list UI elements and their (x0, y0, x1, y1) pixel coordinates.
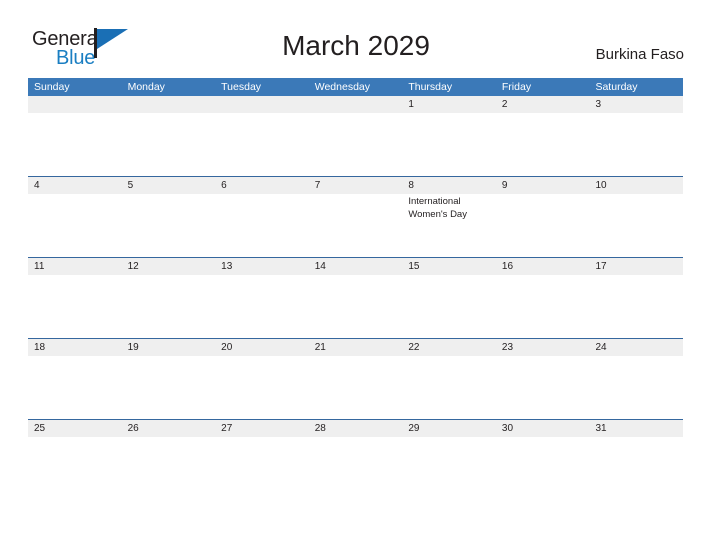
day-number: 1 (408, 99, 414, 110)
day-number: 29 (408, 423, 420, 434)
day-number: 22 (408, 342, 420, 353)
day-band (308, 96, 403, 113)
day-cell[interactable] (215, 96, 309, 176)
day-cell[interactable]: 11 (28, 258, 122, 338)
day-number: 24 (595, 342, 607, 353)
day-cell[interactable]: 27 (215, 420, 309, 500)
day-number: 27 (221, 423, 233, 434)
day-cell[interactable]: 8 International Women's Day (402, 177, 496, 257)
day-number: 20 (221, 342, 233, 353)
day-number: 25 (34, 423, 46, 434)
day-header-thursday: Thursday (408, 81, 453, 93)
day-cell[interactable] (308, 96, 403, 176)
day-number: 4 (34, 180, 40, 191)
day-band (28, 177, 122, 194)
day-band (215, 96, 309, 113)
day-band (215, 177, 309, 194)
day-cell[interactable]: 22 (402, 339, 496, 419)
day-number: 23 (501, 342, 514, 353)
day-cell[interactable]: 26 (121, 420, 216, 500)
day-cell[interactable]: 2 (495, 96, 590, 176)
day-cell[interactable]: 19 (121, 339, 216, 419)
day-cell[interactable] (121, 96, 216, 176)
day-number: 8 (408, 180, 414, 191)
day-cell[interactable]: 4 (28, 177, 122, 257)
day-number: 11 (34, 261, 45, 272)
day-cell[interactable]: 24 (589, 339, 684, 419)
day-header-monday: Monday (127, 81, 165, 93)
day-cell[interactable]: 31 (589, 420, 684, 500)
day-cell[interactable]: 25 (28, 420, 122, 500)
day-cell[interactable]: 23 (495, 339, 590, 419)
day-cell[interactable]: 3 (589, 96, 684, 176)
day-band (121, 96, 216, 113)
day-number: 10 (595, 180, 607, 191)
day-number: 16 (501, 261, 514, 272)
day-number: 14 (314, 261, 326, 272)
day-number: 31 (595, 423, 607, 434)
day-cell[interactable]: 5 (121, 177, 216, 257)
day-number: 19 (127, 342, 139, 353)
day-cell[interactable]: 12 (121, 258, 216, 338)
day-cell[interactable]: 29 (402, 420, 496, 500)
day-number: 17 (595, 261, 607, 272)
day-number: 9 (501, 180, 508, 191)
day-cell[interactable]: 17 (589, 258, 684, 338)
day-cell[interactable] (28, 96, 122, 176)
week-row: 18 19 20 21 22 23 24 (28, 338, 684, 419)
day-cell[interactable]: 6 (215, 177, 309, 257)
day-band (308, 177, 403, 194)
day-cell[interactable]: 28 (308, 420, 403, 500)
day-cell[interactable]: 9 (495, 177, 590, 257)
day-header-tuesday: Tuesday (221, 81, 262, 93)
day-number: 28 (314, 423, 326, 434)
day-cell[interactable]: 10 (589, 177, 684, 257)
calendar-grid: Sunday Monday Tuesday Wednesday Thursday… (28, 78, 684, 500)
day-cell[interactable]: 18 (28, 339, 122, 419)
day-number: 26 (127, 423, 139, 434)
day-event: International Women's Day (408, 196, 467, 220)
day-band (121, 177, 216, 194)
day-number: 12 (127, 261, 139, 272)
day-header-wednesday: Wednesday (314, 81, 370, 93)
day-band (495, 177, 590, 194)
day-number: 5 (127, 180, 134, 191)
week-row: 11 12 13 14 15 16 17 (28, 257, 684, 338)
day-number: 3 (595, 99, 602, 110)
week-row: 1 2 3 (28, 96, 684, 176)
day-cell[interactable]: 13 (215, 258, 309, 338)
day-number: 7 (314, 180, 321, 191)
day-header-friday: Friday (501, 81, 532, 93)
day-band (28, 96, 122, 113)
day-cell[interactable]: 15 (402, 258, 496, 338)
day-header-saturday: Saturday (595, 81, 638, 93)
day-cell[interactable]: 30 (495, 420, 590, 500)
page-header: General Blue March 2029 Burkina Faso (0, 0, 712, 78)
day-cell[interactable]: 14 (308, 258, 403, 338)
day-cell[interactable]: 1 (402, 96, 496, 176)
day-band (589, 96, 684, 113)
day-number: 15 (408, 261, 420, 272)
week-row: 25 26 27 28 29 30 31 (28, 419, 684, 500)
day-number: 6 (221, 180, 227, 191)
day-cell[interactable]: 7 (308, 177, 403, 257)
day-header-sunday: Sunday (34, 81, 70, 93)
day-cell[interactable]: 21 (308, 339, 403, 419)
day-band (402, 177, 496, 194)
day-cell[interactable]: 16 (495, 258, 590, 338)
week-row: 4 5 6 7 8 International Women's Day 9 10 (28, 176, 684, 257)
calendar-page: General Blue March 2029 Burkina Faso Sun… (0, 0, 712, 550)
day-number: 21 (314, 342, 326, 353)
day-number: 2 (501, 99, 508, 110)
day-cell[interactable]: 20 (215, 339, 309, 419)
day-number: 13 (221, 261, 233, 272)
day-number: 18 (34, 342, 46, 353)
day-of-week-header-row: Sunday Monday Tuesday Wednesday Thursday… (28, 78, 683, 96)
day-band (495, 96, 590, 113)
day-band (402, 96, 496, 113)
country-label: Burkina Faso (595, 46, 684, 63)
day-number: 30 (501, 423, 514, 434)
